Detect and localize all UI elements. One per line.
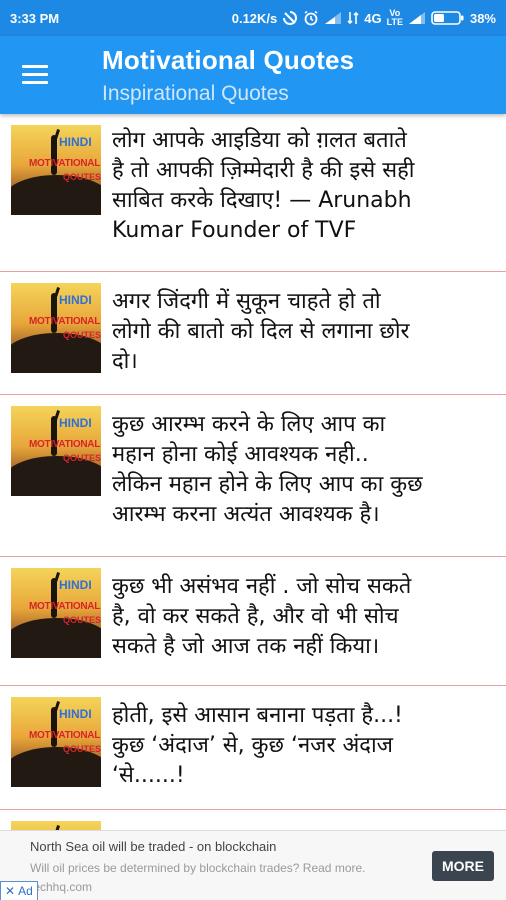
ad-title[interactable]: North Sea oil will be traded - on blockc…: [30, 839, 276, 854]
app-bar: Motivational Quotes Inspirational Quotes: [0, 36, 506, 114]
hamburger-menu-icon[interactable]: [22, 58, 58, 90]
quote-list-item[interactable]: HINDI MOTIVATIONAL QOUTES अगर जिंदगी में…: [0, 272, 506, 395]
ad-label: Ad: [18, 884, 33, 898]
quote-list-item[interactable]: [0, 810, 506, 830]
alarm-icon: [304, 10, 318, 26]
quote-thumbnail: HINDI MOTIVATIONAL QOUTES: [11, 283, 101, 373]
quote-text: कुछ भी असंभव नहीं . जो सोच सकते है, वो क…: [112, 574, 412, 659]
quote-thumbnail: HINDI MOTIVATIONAL QOUTES: [11, 406, 101, 496]
quote-thumbnail: [11, 821, 101, 830]
network-speed: 0.12K/s: [231, 10, 278, 26]
quote-text: होती, इसे आसान बनाना पड़ता है...! कुछ ‘अ…: [112, 703, 403, 788]
data-transfer-icon: [347, 11, 359, 25]
volte-indicator: Vo LTE: [386, 8, 403, 27]
network-type: 4G: [364, 10, 382, 26]
close-icon[interactable]: ✕: [5, 884, 15, 898]
quote-list[interactable]: HINDI MOTIVATIONAL QOUTES लोग आपके आइडिय…: [0, 114, 506, 830]
quote-text: कुछ आरम्भ करने के लिए आप का महान होना को…: [112, 412, 423, 527]
quote-list-item[interactable]: HINDI MOTIVATIONAL QOUTES होती, इसे आसान…: [0, 686, 506, 810]
ad-body[interactable]: Will oil prices be determined by blockch…: [30, 859, 400, 897]
battery-percent: 38%: [469, 10, 496, 26]
status-time: 3:33 PM: [10, 10, 60, 26]
ad-choices-badge[interactable]: ✕ Ad: [0, 881, 38, 900]
signal-icon-2: [408, 12, 425, 24]
quote-list-item[interactable]: HINDI MOTIVATIONAL QOUTES लोग आपके आइडिय…: [0, 114, 506, 272]
quote-list-item[interactable]: HINDI MOTIVATIONAL QOUTES कुछ आरम्भ करने…: [0, 395, 506, 557]
status-bar: 3:33 PM 0.12K/s 4G Vo LTE 38%: [0, 0, 506, 36]
signal-icon: [325, 12, 342, 24]
ad-more-button[interactable]: MORE: [432, 851, 494, 881]
app-title: Motivational Quotes: [102, 45, 355, 75]
ad-banner[interactable]: North Sea oil will be traded - on blockc…: [0, 830, 506, 900]
quote-text: अगर जिंदगी में सुकून चाहते हो तो लोगो की…: [112, 289, 410, 374]
quote-list-item[interactable]: HINDI MOTIVATIONAL QOUTES कुछ भी असंभव न…: [0, 557, 506, 686]
data-saver-icon: [283, 11, 298, 25]
quote-text: लोग आपके आइडिया को ग़लत बताते है तो आपकी…: [112, 128, 415, 243]
app-subtitle: Inspirational Quotes: [102, 82, 289, 105]
battery-icon: [431, 11, 464, 25]
quote-thumbnail: HINDI MOTIVATIONAL QOUTES: [11, 125, 101, 215]
quote-thumbnail: HINDI MOTIVATIONAL QOUTES: [11, 568, 101, 658]
quote-thumbnail: HINDI MOTIVATIONAL QOUTES: [11, 697, 101, 787]
